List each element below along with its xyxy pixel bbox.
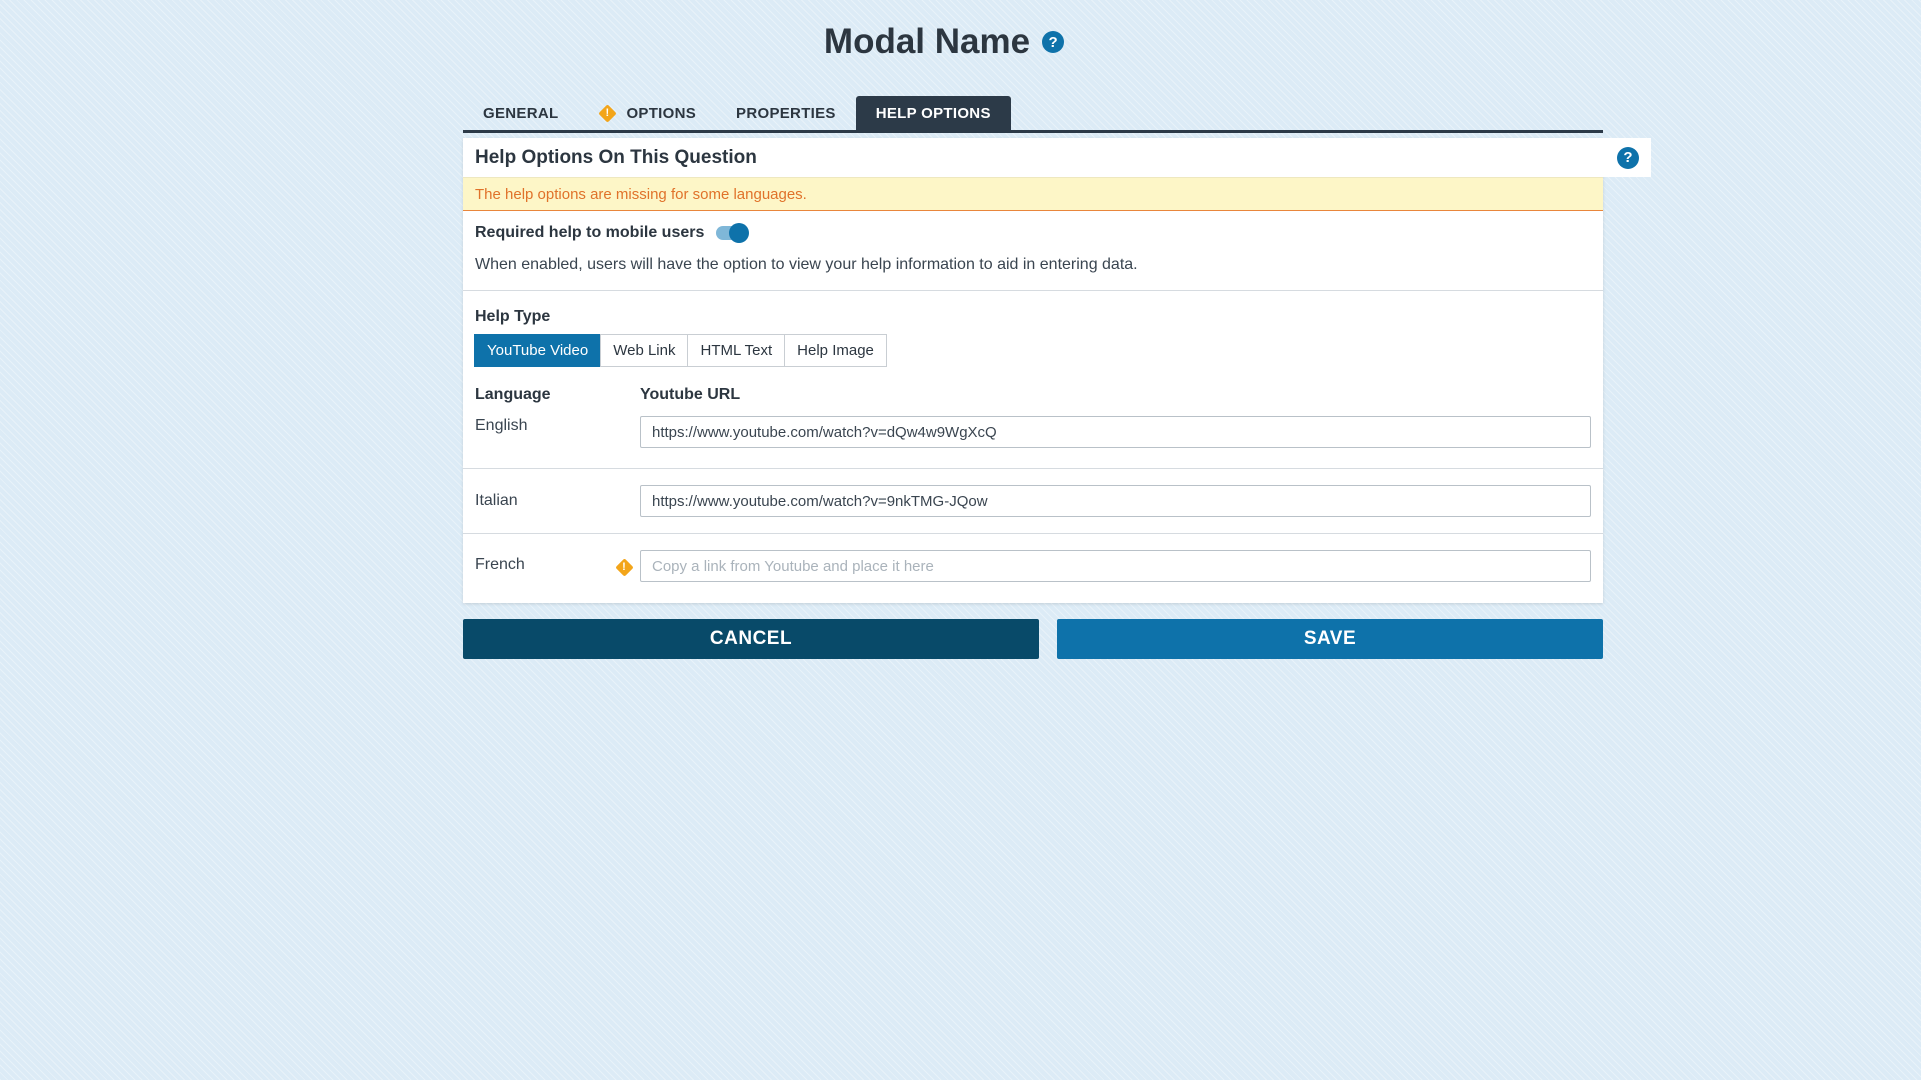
page-title: Modal Name (823, 22, 1031, 61)
help-options-panel: Help Options On This Question ? The help… (463, 138, 1651, 603)
panel-help-icon[interactable]: ? (1617, 146, 1639, 169)
warning-icon: ! (615, 558, 633, 576)
tab-properties[interactable]: PROPERTIES (716, 96, 856, 130)
modal-title-row: Modal Name ? (0, 22, 1888, 62)
language-row-english: English (463, 138, 1603, 469)
tab-general-label: GENERAL (483, 104, 559, 122)
french-url-input[interactable] (640, 550, 1591, 582)
language-name: English (475, 417, 528, 434)
tab-options-label: OPTIONS (626, 104, 697, 122)
help-icon[interactable]: ? (1042, 31, 1065, 53)
tab-options[interactable]: ! OPTIONS (578, 96, 716, 130)
tab-bar: GENERAL ! OPTIONS PROPERTIES HELP OPTION… (463, 96, 1603, 133)
tab-properties-label: PROPERTIES (736, 104, 836, 122)
language-name: French (475, 556, 525, 573)
english-url-input[interactable] (640, 416, 1591, 448)
tab-help-options[interactable]: HELP OPTIONS (855, 96, 1011, 130)
language-name: Italian (475, 492, 518, 509)
warning-icon: ! (598, 104, 616, 122)
save-button[interactable]: SAVE (1057, 619, 1603, 659)
language-row-italian: Italian (463, 469, 1603, 534)
italian-url-input[interactable] (640, 485, 1591, 517)
language-row-french: French ! (463, 534, 1603, 603)
cancel-button[interactable]: CANCEL (463, 619, 1039, 659)
tab-general[interactable]: GENERAL (463, 96, 578, 130)
tab-help-options-label: HELP OPTIONS (875, 104, 991, 122)
